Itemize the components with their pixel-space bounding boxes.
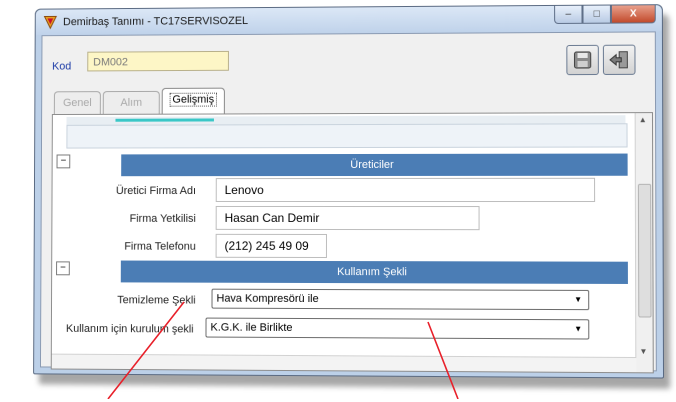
kullanim-header: Kullanım Şekli [121,261,628,284]
scroll-down-icon[interactable]: ▼ [639,347,647,356]
app-window: Demirbaş Tanımı - TC17SERVISOZEL – □ X K… [33,4,664,378]
app-logo-icon [43,15,57,29]
firma-telefonu-field[interactable]: (212) 245 49 09 [216,234,327,258]
scroll-thumb[interactable] [638,184,652,318]
minus-icon: − [61,156,67,166]
scroll-up-icon[interactable]: ▲ [639,115,647,124]
window-title: Demirbaş Tanımı - TC17SERVISOZEL [63,15,248,28]
kod-label: Kod [52,61,71,73]
temizleme-sekli-select[interactable]: Hava Kompresörü ile ▼ [212,289,590,311]
exit-door-icon [609,51,629,69]
temizleme-sekli-label: Temizleme Şekli [70,294,196,306]
firma-yetkilisi-field[interactable]: Hasan Can Demir [216,206,480,230]
screenshot-scene: Demirbaş Tanımı - TC17SERVISOZEL – □ X K… [4,0,676,402]
kurulum-sekli-label: Kullanım için kurulum şekli [30,323,193,336]
tab-panel-gelismis: − Üreticiler Üretici Firma Adı Lenovo Fi… [51,112,654,373]
save-button[interactable] [566,45,599,75]
minimize-icon: – [565,9,571,20]
kurulum-sekli-value: K.G.K. ile Birlikte [210,322,292,334]
firma-yetkilisi-label: Firma Yetkilisi [70,213,196,225]
maximize-button[interactable]: □ [582,6,610,24]
tab-gelismis-label: Gelişmiş [169,93,217,107]
chevron-down-icon: ▼ [574,291,582,309]
temizleme-sekli-value: Hava Kompresörü ile [216,293,318,305]
close-button[interactable]: X [611,5,656,23]
tab-gelismis[interactable]: Gelişmiş [162,88,225,114]
save-icon [573,51,591,69]
exit-button[interactable] [603,45,636,75]
maximize-icon: □ [594,9,600,20]
horizontal-scrollbar[interactable] [52,354,637,373]
title-bar[interactable]: Demirbaş Tanımı - TC17SERVISOZEL – □ X [36,5,662,35]
chevron-down-icon: ▼ [574,320,582,338]
kurulum-sekli-select[interactable]: K.G.K. ile Birlikte ▼ [205,318,589,340]
kullanim-collapse-button[interactable]: − [56,261,70,275]
minus-icon: − [60,263,66,273]
uretici-firma-adi-field[interactable]: Lenovo [216,178,595,202]
uretici-firma-adi-label: Üretici Firma Adı [70,185,196,197]
kod-field[interactable]: DM002 [87,51,229,72]
vertical-scrollbar[interactable]: ▲ ▼ [635,113,653,372]
ureticiler-header: Üreticiler [121,154,627,177]
tab-alim[interactable]: Alım [103,91,160,114]
progress-fill [115,118,213,121]
firma-telefonu-label: Firma Telefonu [70,241,196,253]
tab-genel[interactable]: Genel [54,91,101,114]
ureticiler-collapse-button[interactable]: − [57,154,71,168]
info-strip [66,123,627,148]
window-client: Kod DM002 Genel Alım Gelişmiş [40,31,657,371]
minimize-button[interactable]: – [554,6,582,24]
close-icon: X [630,8,637,19]
